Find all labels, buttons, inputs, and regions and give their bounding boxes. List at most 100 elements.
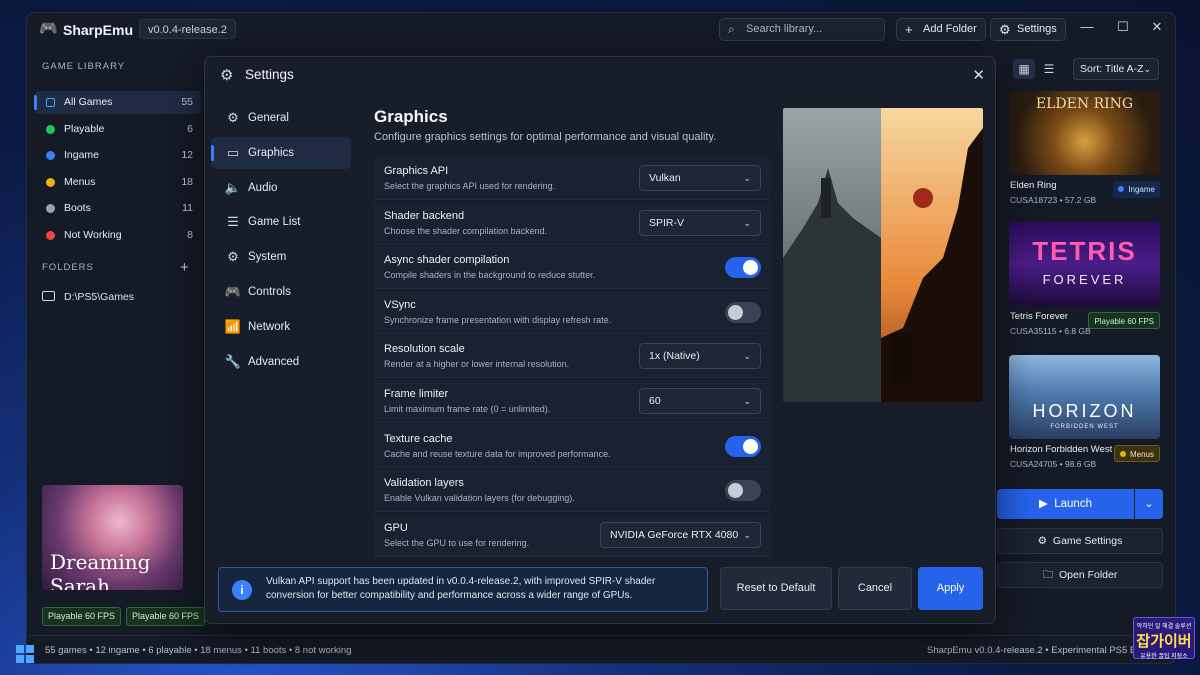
grid-view-icon[interactable]: ▦ [1013, 59, 1035, 79]
setting-row-validation-layers: Validation layers Enable Vulkan validatio… [374, 469, 771, 513]
setting-name: Validation layers [384, 477, 464, 490]
library-heading: GAME LIBRARY [42, 61, 126, 72]
minimize-button[interactable]: — [1077, 19, 1097, 34]
settings-nav-advanced[interactable]: 🔧 Advanced [211, 346, 351, 378]
chevron-down-icon: ⌄ [1144, 498, 1154, 510]
game-id-size: CUSA24705 • 98.6 GB [1010, 459, 1097, 469]
setting-name: Async shader compilation [384, 254, 510, 267]
page-title: Graphics [374, 107, 448, 126]
compat-tag: Playable 60 FPS [126, 607, 206, 626]
launch-options-button[interactable]: ⌄ [1135, 489, 1163, 519]
open-folder-button[interactable]: 🗀 Open Folder [997, 562, 1163, 588]
setting-select[interactable]: NVIDIA GeForce RTX 4080 ⌄ [600, 521, 761, 548]
status-badge: Menus [1113, 445, 1160, 462]
game-card[interactable]: ELDEN RING Elden Ring CUSA18723 • 57.2 G… [1009, 91, 1160, 205]
setting-select[interactable]: SPIR-V ⌄ [639, 209, 761, 236]
cancel-button[interactable]: Cancel [838, 567, 912, 610]
status-badge: Ingame [1113, 181, 1160, 198]
sidebar-item-playable[interactable]: Playable 6 [35, 118, 201, 141]
close-icon[interactable]: ✕ [972, 66, 985, 84]
select-value: 60 [649, 395, 661, 407]
folder-item[interactable]: D:\PS5\Games [42, 291, 134, 303]
setting-select[interactable]: 60 ⌄ [639, 388, 761, 414]
settings-nav-system[interactable]: ⚙ System [211, 241, 351, 273]
status-summary: 55 games • 12 ingame • 6 playable • 18 m… [45, 645, 352, 656]
setting-description: Render at a higher or lower internal res… [384, 359, 570, 370]
settings-nav-audio[interactable]: 🔈 Audio [211, 172, 351, 204]
info-icon: i [232, 580, 252, 600]
setting-toggle[interactable] [725, 435, 761, 457]
game-settings-button[interactable]: ⚙ Game Settings [997, 528, 1163, 554]
game-cover: HORIZON FORBIDDEN WEST [1009, 355, 1160, 439]
page-subtitle: Configure graphics settings for optimal … [374, 131, 717, 143]
setting-description: Synchronize frame presentation with disp… [384, 314, 612, 325]
watermark-logo: 막히던 일 해결 솔루션 잡가이버 유용한 꿀팁 저장소 [1133, 617, 1195, 660]
sidebar-item-ingame[interactable]: Ingame 12 [35, 144, 201, 167]
settings-nav-general[interactable]: ⚙ General [211, 102, 351, 134]
select-value: NVIDIA GeForce RTX 4080 [610, 528, 739, 541]
settings-nav-label: Graphics [248, 146, 295, 159]
settings-nav-label: Game List [248, 216, 301, 229]
setting-select[interactable]: Vulkan ⌄ [639, 165, 761, 191]
sidebar-item-all-games[interactable]: All Games 55 [34, 91, 201, 114]
folder-icon: 🗀 [1042, 569, 1054, 581]
reset-default-button[interactable]: Reset to Default [720, 567, 832, 610]
compat-tag: Playable 60 FPS [42, 607, 122, 626]
add-folder-button[interactable]: + Add Folder [896, 18, 986, 41]
game-id-size: CUSA35115 • 6.8 GB [1010, 326, 1091, 336]
wifi-icon: 📶 [224, 318, 242, 334]
setting-description: Choose the shader compilation backend. [384, 225, 548, 236]
settings-nav-label: Audio [248, 181, 278, 194]
sidebar-item-count: 55 [181, 96, 193, 108]
launch-button[interactable]: ▶ Launch [997, 489, 1134, 519]
sidebar-item-boots[interactable]: Boots 11 [35, 197, 201, 220]
search-placeholder: Search library... [746, 23, 823, 35]
cover-subtext: FORBIDDEN WEST [1050, 424, 1119, 430]
wrench-icon: 🔧 [224, 353, 242, 369]
close-button[interactable]: ✕ [1147, 19, 1167, 35]
selected-game-cover: Dreaming Sarah [42, 485, 183, 590]
setting-name: Graphics API [384, 165, 449, 177]
status-dot-icon [46, 204, 55, 213]
gear-icon: ⚙ [1037, 535, 1048, 547]
add-folder-plus-button[interactable]: + [180, 259, 189, 276]
settings-nav-controls[interactable]: 🎮 Controls [211, 276, 351, 308]
game-cover: TETRIS FOREVER [1009, 222, 1160, 306]
settings-nav-network[interactable]: 📶 Network [211, 311, 351, 343]
settings-button[interactable]: ⚙ Settings [990, 18, 1066, 41]
sidebar-item-menus[interactable]: Menus 18 [35, 171, 201, 194]
apply-button[interactable]: Apply [918, 567, 983, 610]
list-view-icon[interactable]: ☰ [1038, 59, 1060, 79]
open-folder-label: Open Folder [1058, 569, 1118, 581]
setting-toggle[interactable] [725, 257, 761, 279]
setting-select[interactable]: 1x (Native) ⌄ [639, 343, 761, 370]
search-input[interactable]: ⌕ Search library... [719, 18, 885, 41]
game-cover: ELDEN RING [1009, 91, 1160, 175]
game-card[interactable]: HORIZON FORBIDDEN WEST Horizon Forbidden… [1009, 355, 1160, 469]
title-bar: 🎮 SharpEmu v0.0.4-release.2 ⌕ Search lib… [27, 13, 1175, 47]
plus-icon: + [905, 22, 913, 37]
select-value: SPIR-V [649, 216, 685, 229]
sidebar-item-count: 12 [181, 149, 193, 161]
info-banner: i Vulkan API support has been updated in… [218, 567, 708, 612]
setting-row-shader-backend: Shader backend Choose the shader compilat… [374, 201, 771, 245]
setting-toggle[interactable] [725, 480, 761, 502]
settings-nav-graphics[interactable]: ▭ Graphics [211, 136, 351, 169]
windows-start-icon[interactable] [16, 645, 34, 663]
cover-text: HORIZON [1032, 401, 1137, 421]
play-icon: ▶ [1039, 498, 1048, 510]
cover-title: Dreaming Sarah [50, 550, 151, 590]
settings-nav-game-list[interactable]: ☰ Game List [211, 206, 351, 238]
chevron-down-icon: ⌄ [743, 217, 751, 228]
sidebar-item-not-working[interactable]: Not Working 8 [35, 224, 201, 247]
folder-path: D:\PS5\Games [64, 291, 135, 303]
status-dot-icon [46, 124, 55, 134]
setting-toggle[interactable] [725, 301, 761, 323]
game-card[interactable]: TETRIS FOREVER Tetris Forever CUSA35115 … [1009, 222, 1160, 336]
sort-dropdown[interactable]: Sort: Title A-Z ⌄ [1073, 58, 1159, 80]
cover-text: ELDEN RING [1035, 96, 1134, 112]
maximize-button[interactable]: ☐ [1113, 19, 1133, 35]
setting-row-graphics-api: Graphics API Select the graphics API used… [374, 157, 771, 200]
status-version: SharpEmu v0.0.4-release.2 • Experimental… [927, 645, 1145, 656]
sidebar-item-label: Menus [64, 175, 96, 188]
